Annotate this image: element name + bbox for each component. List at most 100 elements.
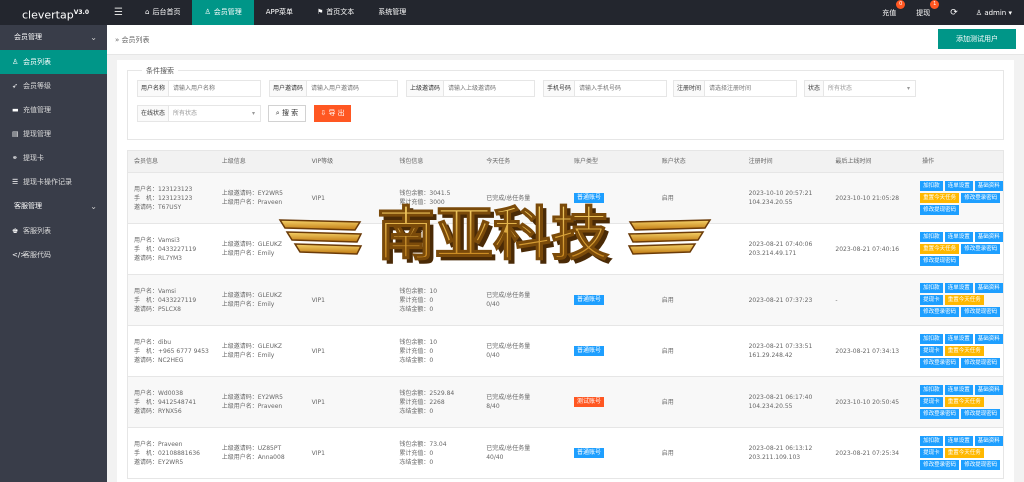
recharge-label: 充值 bbox=[882, 8, 897, 17]
row-action-button[interactable]: 连单设置 bbox=[944, 334, 973, 344]
username-input[interactable] bbox=[169, 81, 260, 96]
topnav-item-2[interactable]: APP菜单 bbox=[254, 0, 305, 25]
topnav-item-0[interactable]: ⌂ 后台首页 bbox=[133, 0, 192, 25]
row-action-button[interactable]: 修改提现密码 bbox=[961, 409, 1001, 419]
register-ip: 203.214.49.171 bbox=[748, 250, 797, 257]
row-action-button[interactable]: 基础资料 bbox=[974, 232, 1003, 242]
phone-input[interactable] bbox=[575, 81, 666, 96]
member-invite-code: 邀请码：T67USY bbox=[134, 203, 182, 211]
row-action-button[interactable]: 修改登录密码 bbox=[920, 307, 960, 317]
invite-code-input[interactable] bbox=[307, 81, 397, 96]
task-progress: 0/40 bbox=[486, 301, 500, 308]
sidebar-item-0-4[interactable]: ⚭ 提现卡 bbox=[0, 146, 107, 170]
refresh-icon[interactable]: ⟳ bbox=[950, 8, 958, 18]
row-action-button[interactable]: 提现卡 bbox=[920, 397, 943, 407]
register-ip: 203.211.109.103 bbox=[748, 454, 801, 461]
search-button[interactable]: ⌕ 搜 索 bbox=[268, 105, 306, 122]
row-action-button[interactable]: 修改提现密码 bbox=[920, 256, 960, 266]
row-action-button[interactable]: 加扣款 bbox=[920, 436, 943, 446]
topnav-item-1[interactable]: ♙ 会员管理 bbox=[192, 0, 254, 25]
invite-code-field: 用户邀请码 bbox=[269, 80, 398, 97]
recharge-link[interactable]: 充值 0 bbox=[882, 0, 906, 18]
vip-cell: VIP1 bbox=[306, 326, 394, 376]
logo[interactable]: clevertapV3.0 bbox=[0, 0, 107, 25]
phone-label: 手机号码 bbox=[544, 81, 576, 96]
upper-username: 上级用户名：Emily bbox=[221, 352, 275, 359]
row-action-button[interactable]: 重置今天任务 bbox=[944, 346, 984, 356]
sidebar-item-0-5[interactable]: ☰ 提现卡操作记录 bbox=[0, 170, 107, 194]
sidebar-item-0-3[interactable]: ▤ 提现管理 bbox=[0, 122, 107, 146]
sidebar-group-0[interactable]: 会员管理 ⌄ bbox=[0, 25, 107, 50]
row-action-button[interactable]: 修改登录密码 bbox=[961, 244, 1001, 254]
admin-menu[interactable]: ♙ admin ▾ bbox=[976, 9, 1012, 17]
topnav-item-3[interactable]: ⚑ 首页文本 bbox=[305, 0, 366, 25]
last-online-time: 2023-10-10 20:50:45 bbox=[835, 398, 900, 406]
status-select[interactable]: 所有状态 ▾ bbox=[824, 81, 915, 96]
search-icon: ⌕ bbox=[275, 109, 280, 117]
row-action-button[interactable]: 重置今天任务 bbox=[944, 295, 984, 305]
caret-down-icon: ▾ bbox=[906, 85, 910, 92]
task-cell: 已完成/总任务量 40/40 bbox=[480, 428, 568, 478]
row-action-button[interactable]: 基础资料 bbox=[974, 283, 1003, 293]
row-action-button[interactable]: 基础资料 bbox=[974, 385, 1003, 395]
account-status-cell: 启用 bbox=[656, 326, 743, 376]
row-action-button[interactable]: 连单设置 bbox=[944, 436, 973, 446]
row-action-button[interactable]: 重置今天任务 bbox=[944, 448, 984, 458]
withdraw-label: 提现 bbox=[916, 8, 931, 17]
reg-time-cell: 2023-08-21 07:33:51 161.29.248.42 bbox=[743, 326, 830, 376]
row-action-button[interactable]: 基础资料 bbox=[974, 334, 1003, 344]
row-action-button[interactable]: 加扣款 bbox=[920, 385, 943, 395]
sidebar-item-0-1[interactable]: ➶ 会员等级 bbox=[0, 74, 107, 98]
last-online-time: 2023-08-21 07:34:13 bbox=[835, 347, 900, 355]
row-action-button[interactable]: 加扣款 bbox=[920, 334, 943, 344]
sidebar-item-1-0[interactable]: ♚ 客服列表 bbox=[0, 219, 107, 243]
row-action-button[interactable]: 基础资料 bbox=[974, 436, 1003, 446]
row-action-button[interactable]: 提现卡 bbox=[920, 295, 943, 305]
sidebar-item-0-0[interactable]: ♙ 会员列表 bbox=[0, 50, 107, 74]
sidebar-group-1[interactable]: 客服管理 ⌄ bbox=[0, 194, 107, 219]
account-type-cell: 测试账号 bbox=[568, 377, 656, 427]
topnav-item-4[interactable]: 系统管理 bbox=[366, 0, 418, 25]
row-action-button[interactable]: 加扣款 bbox=[920, 232, 943, 242]
table-row: 用户名：dibu 手 机：+965 6777 9453 邀请码：NC2HEG 上级邀请… bbox=[128, 325, 1003, 376]
row-action-button[interactable]: 修改登录密码 bbox=[920, 460, 960, 470]
table-row: 用户名：Praveen 手 机：02108881636 邀请码：EY2WR5 上级邀请… bbox=[128, 427, 1003, 478]
menu-toggle-icon[interactable]: ☰ bbox=[114, 0, 123, 25]
row-action-button[interactable]: 修改登录密码 bbox=[961, 193, 1001, 203]
row-action-button[interactable]: 修改登录密码 bbox=[920, 358, 960, 368]
row-action-button[interactable]: 加扣款 bbox=[920, 181, 943, 191]
row-action-button[interactable]: 修改提现密码 bbox=[961, 307, 1001, 317]
row-action-button[interactable]: 提现卡 bbox=[920, 448, 943, 458]
row-action-button[interactable]: 重置今天任务 bbox=[920, 193, 960, 203]
topnav-label: APP菜单 bbox=[265, 8, 293, 16]
account-status-cell: 启用 bbox=[656, 428, 743, 478]
withdraw-link[interactable]: 提现 1 bbox=[916, 0, 940, 18]
export-button[interactable]: ⇩ 导 出 bbox=[314, 105, 351, 122]
row-action-button[interactable]: 提现卡 bbox=[920, 346, 943, 356]
sidebar-item-1-1[interactable]: </>客服代码 bbox=[0, 243, 107, 267]
row-action-button[interactable]: 重置今天任务 bbox=[920, 244, 960, 254]
upper-username: 上级用户名：Emily bbox=[221, 301, 275, 308]
row-action-button[interactable]: 连单设置 bbox=[944, 232, 973, 242]
row-action-button[interactable]: 重置今天任务 bbox=[944, 397, 984, 407]
sidebar-item-0-2[interactable]: ▬ 充值管理 bbox=[0, 98, 107, 122]
upper-invite-input[interactable] bbox=[444, 81, 534, 96]
row-action-button[interactable]: 修改提现密码 bbox=[961, 460, 1001, 470]
account-type-badge: 普通账号 bbox=[573, 346, 604, 356]
row-action-button[interactable]: 修改登录密码 bbox=[920, 409, 960, 419]
online-select[interactable]: 所有状态 ▾ bbox=[169, 106, 260, 121]
row-action-button[interactable]: 修改提现密码 bbox=[920, 205, 960, 215]
row-action-button[interactable]: 修改提现密码 bbox=[961, 358, 1001, 368]
row-action-button[interactable]: 基础资料 bbox=[974, 181, 1003, 191]
reg-time-input[interactable] bbox=[705, 81, 796, 96]
caret-down-icon: ▾ bbox=[1008, 8, 1012, 17]
user-icon: ♙ bbox=[204, 8, 211, 16]
row-action-button[interactable]: 加扣款 bbox=[920, 283, 943, 293]
row-action-button[interactable]: 连单设置 bbox=[944, 385, 973, 395]
account-type-cell: 普通账号 bbox=[568, 275, 656, 325]
row-action-button[interactable]: 连单设置 bbox=[944, 283, 973, 293]
row-action-button[interactable]: 连单设置 bbox=[944, 181, 973, 191]
topnav-label: 后台首页 bbox=[152, 8, 181, 16]
total-recharge: 累计充值：2268 bbox=[399, 398, 445, 406]
add-test-user-button[interactable]: 添加测试用户 bbox=[938, 29, 1016, 49]
